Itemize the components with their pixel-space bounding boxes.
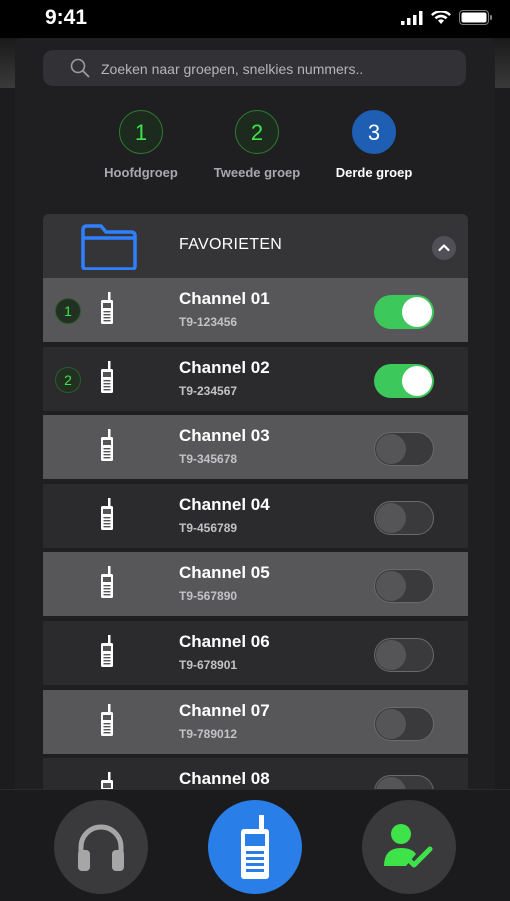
nav-user-check-button[interactable] xyxy=(362,800,456,894)
channel-toggle[interactable] xyxy=(374,637,434,672)
toggle-knob xyxy=(376,639,406,670)
group-tab-hoofdgroep[interactable]: 1 Hoofdgroep xyxy=(76,110,206,180)
channel-row[interactable]: Channel 04 T9-456789 xyxy=(43,483,468,548)
channel-number: T9-123456 xyxy=(179,315,238,329)
toggle-knob xyxy=(402,297,432,327)
channel-toggle[interactable] xyxy=(374,363,434,398)
user-check-icon xyxy=(384,824,433,868)
nav-headphones-button[interactable] xyxy=(54,800,148,894)
search-icon xyxy=(70,58,90,78)
channel-row[interactable]: 1 Channel 01 T9-123456 xyxy=(43,278,468,342)
channel-toggle[interactable] xyxy=(374,775,434,790)
channel-name: Channel 07 xyxy=(179,700,270,720)
channel-toggle[interactable] xyxy=(374,706,434,741)
channel-row[interactable]: Channel 06 T9-678901 xyxy=(43,620,468,685)
channel-name: Channel 04 xyxy=(179,494,270,514)
toggle-knob xyxy=(376,434,406,465)
channel-name: Channel 02 xyxy=(179,357,270,377)
favorites-title: FAVORIETEN xyxy=(179,236,283,253)
channel-toggle[interactable] xyxy=(374,432,434,467)
group-label: Tweede groep xyxy=(213,165,301,180)
channel-name: Channel 05 xyxy=(179,563,270,583)
radio-icon xyxy=(99,772,115,790)
radio-icon xyxy=(99,566,115,605)
chevron-up-icon xyxy=(438,244,450,252)
status-icons xyxy=(401,10,493,25)
channel-row[interactable]: Channel 07 T9-789012 xyxy=(43,689,468,754)
channel-number: T9-345678 xyxy=(179,452,238,467)
channel-number: T9-456789 xyxy=(179,520,238,535)
group-number: 3 xyxy=(352,110,396,154)
nav-radio-button[interactable] xyxy=(208,800,302,894)
radio-icon xyxy=(99,703,115,743)
channel-toggle[interactable] xyxy=(374,295,434,329)
channel-toggle[interactable] xyxy=(374,500,434,535)
battery-icon xyxy=(459,10,492,25)
group-label: Derde groep xyxy=(335,165,413,180)
bottom-nav xyxy=(0,789,510,901)
quick-number-badge: 2 xyxy=(55,366,81,393)
search-input[interactable] xyxy=(99,50,458,88)
quick-number-badge: 1 xyxy=(55,298,81,324)
headphones-icon xyxy=(78,824,124,871)
channel-number: T9-567890 xyxy=(179,589,238,604)
radio-icon xyxy=(99,429,115,468)
status-time: 9:41 xyxy=(45,6,88,29)
toggle-knob xyxy=(376,502,406,533)
channel-row[interactable]: Channel 05 T9-567890 xyxy=(43,552,468,617)
signal-icon xyxy=(401,10,423,25)
group-number: 1 xyxy=(119,110,163,154)
channel-row[interactable]: Channel 08 xyxy=(43,758,468,790)
toggle-knob xyxy=(402,365,432,396)
radio-icon xyxy=(99,292,115,331)
folder-icon xyxy=(81,224,137,270)
group-number: 2 xyxy=(235,110,279,154)
channel-row[interactable]: 2 Channel 02 T9-234567 xyxy=(43,346,468,411)
channel-number: T9-678901 xyxy=(179,657,238,672)
group-label: Hoofdgroep xyxy=(104,165,178,180)
channel-name: Channel 08 xyxy=(179,769,270,789)
channel-name: Channel 01 xyxy=(179,289,270,308)
channel-list: 1 Channel 01 T9-123456 2 Channel 02 T9-234567… xyxy=(43,278,468,790)
radio-icon xyxy=(99,497,115,537)
toggle-knob xyxy=(376,571,406,602)
channel-name: Channel 03 xyxy=(179,426,270,446)
radio-icon xyxy=(99,360,115,400)
status-bar: 9:41 xyxy=(0,0,510,38)
channel-number: T9-234567 xyxy=(179,383,238,398)
radio-icon xyxy=(99,634,115,674)
wifi-icon xyxy=(431,10,451,24)
channel-number: T9-789012 xyxy=(179,726,238,741)
group-tab-tweede-groep[interactable]: 2 Tweede groep xyxy=(192,110,322,180)
search-bar[interactable] xyxy=(43,50,466,88)
radio-icon xyxy=(241,815,269,879)
channel-name: Channel 06 xyxy=(179,631,270,651)
toggle-knob xyxy=(376,708,406,739)
channel-row[interactable]: Channel 03 T9-345678 xyxy=(43,415,468,480)
group-tab-derde-groep[interactable]: 3 Derde groep xyxy=(309,110,439,180)
collapse-button[interactable] xyxy=(432,236,456,260)
favorites-header[interactable]: FAVORIETEN xyxy=(43,214,468,278)
channel-toggle[interactable] xyxy=(374,569,434,604)
